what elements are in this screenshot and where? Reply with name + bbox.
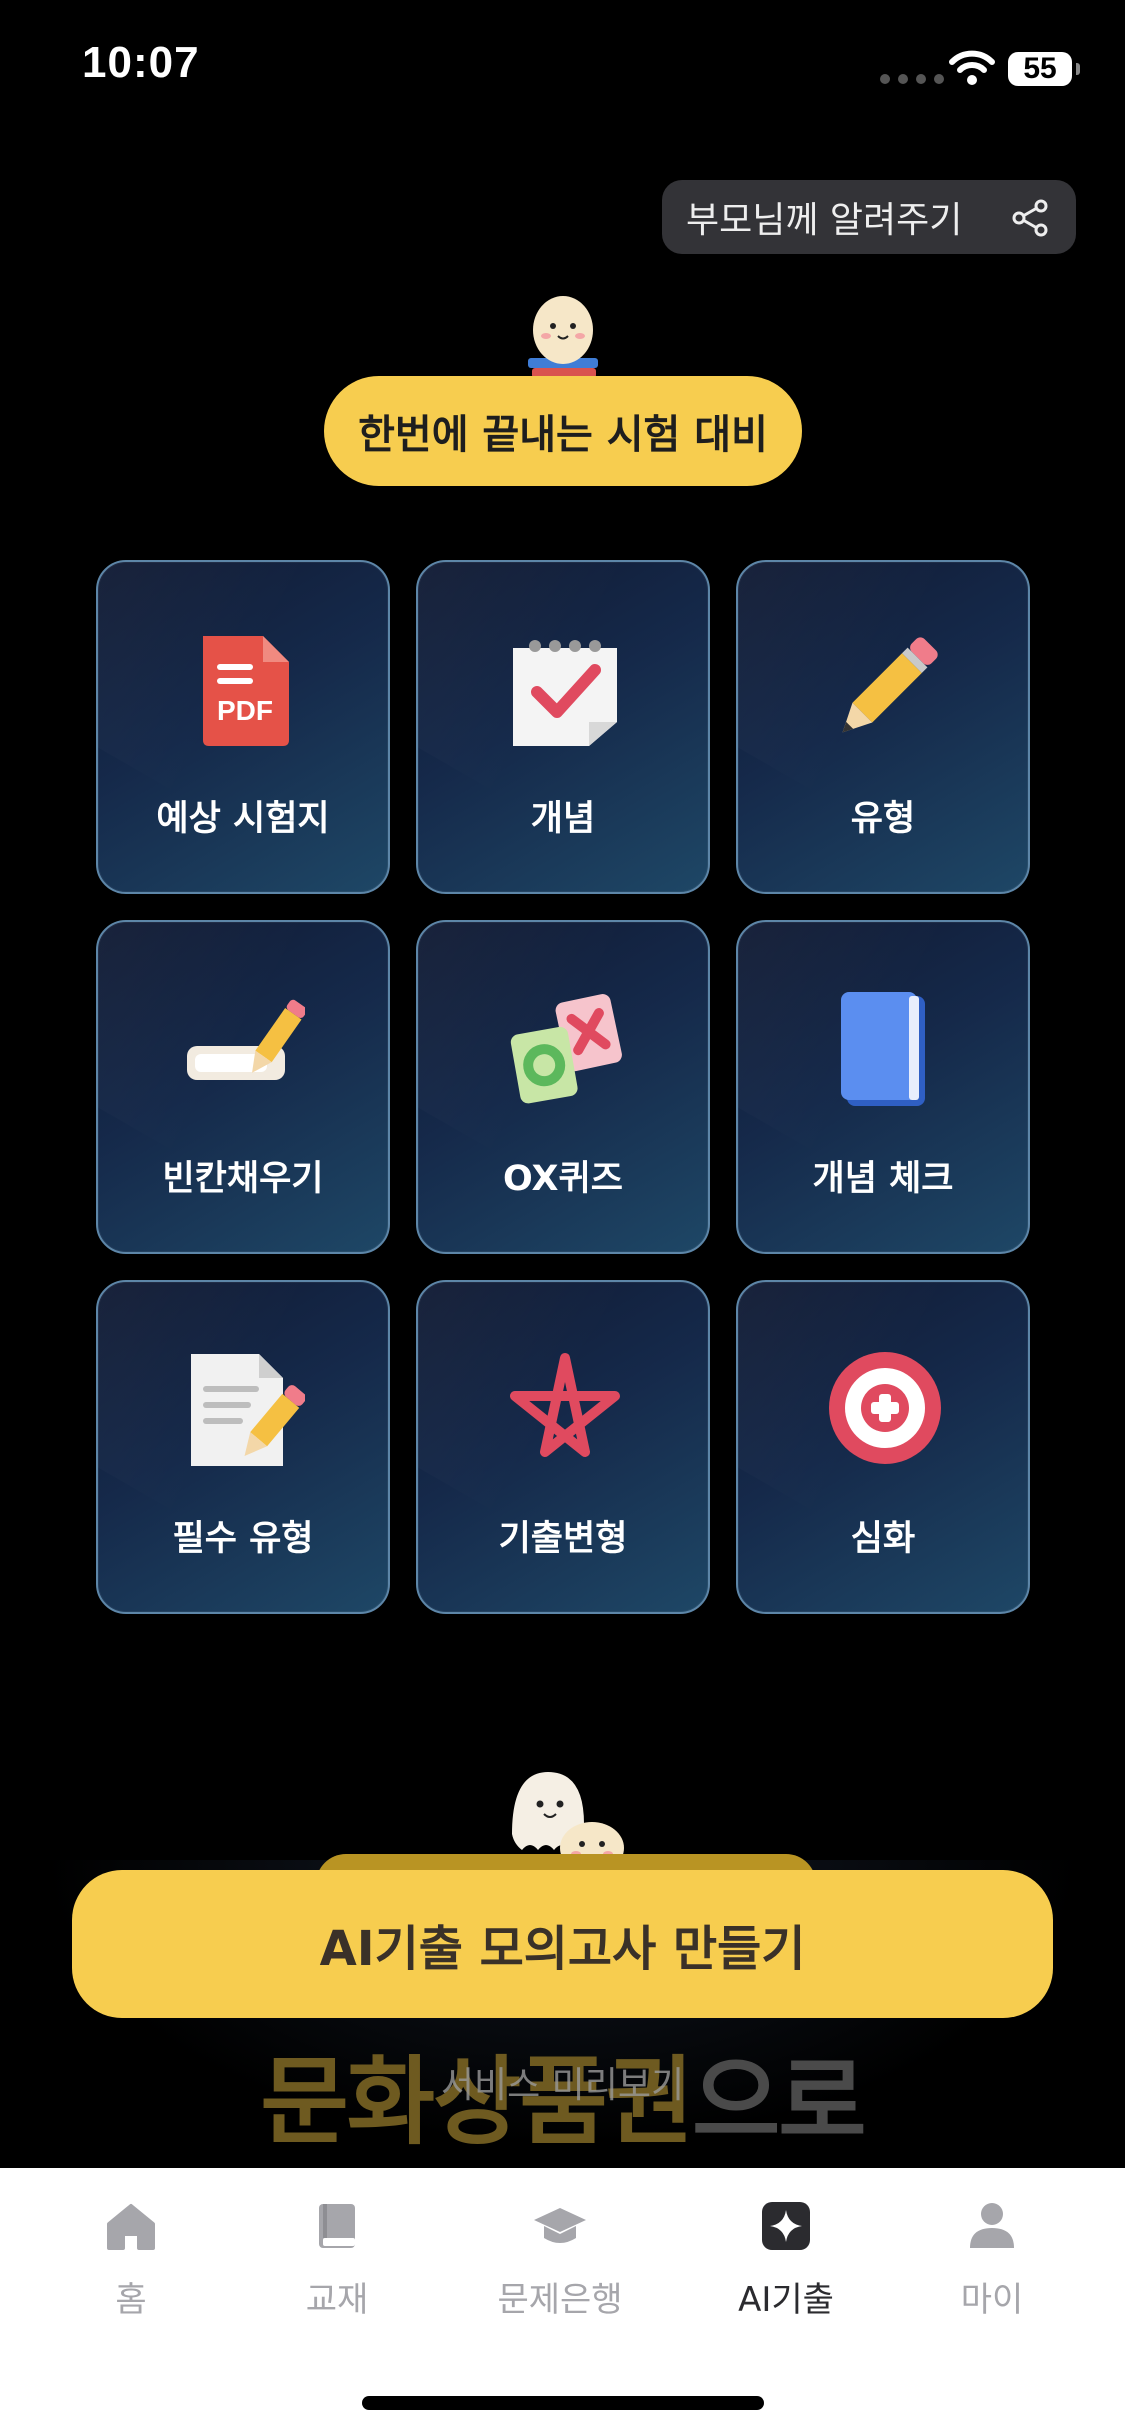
tab-my[interactable]: 마이: [892, 2198, 1092, 2321]
share-to-parents-button[interactable]: 부모님께 알려주기: [662, 180, 1076, 254]
wifi-icon: [949, 50, 995, 85]
menu-tile-label: 빈칸채우기: [162, 1159, 324, 1199]
tab-label: 홈: [115, 2280, 147, 2320]
tab-textbook[interactable]: 교재: [237, 2198, 437, 2321]
tab-ai-exam[interactable]: AI기출: [686, 2198, 886, 2321]
red-star-icon: [510, 1353, 620, 1457]
section-title-pill: 한번에 끝내는 시험 대비: [324, 376, 802, 486]
book-icon: [319, 2204, 355, 2248]
menu-tile-essential-type[interactable]: 필수 유형: [96, 1280, 390, 1614]
tab-home[interactable]: 홈: [31, 2198, 231, 2321]
menu-tile-type[interactable]: 유형: [736, 560, 1030, 894]
menu-tile-label: OX퀴즈: [503, 1159, 623, 1199]
share-button-label: 부모님께 알려주기: [686, 200, 963, 241]
menu-tile-fill-blank[interactable]: 빈칸채우기: [96, 920, 390, 1254]
calendar-check-icon: [513, 640, 617, 746]
pdf-document-icon: PDF: [203, 636, 289, 746]
menu-tile-expected-exam[interactable]: PDF 예상 시험지: [96, 560, 390, 894]
menu-tile-concept[interactable]: 개념: [416, 560, 710, 894]
pencil-icon: [842, 637, 938, 733]
menu-tile-label: 개념 체크: [812, 1159, 954, 1199]
tab-label: AI기출: [738, 2280, 834, 2320]
menu-tile-concept-check[interactable]: 개념 체크: [736, 920, 1030, 1254]
plus-target-icon: [829, 1352, 941, 1464]
tab-label: 문제은행: [497, 2280, 623, 2320]
create-ai-mock-exam-button[interactable]: AI기출 모의고사 만들기: [72, 1870, 1053, 2018]
share-icon: [1012, 199, 1048, 237]
fill-blank-pencil-icon: [187, 999, 305, 1080]
ai-sparkle-icon: [762, 2202, 810, 2250]
svg-text:PDF: PDF: [217, 695, 273, 726]
menu-tile-past-exam-variant[interactable]: 기출변형: [416, 1280, 710, 1614]
graduation-cap-icon: [534, 2208, 586, 2243]
menu-tile-advanced[interactable]: 심화: [736, 1280, 1030, 1614]
tab-label: 마이: [960, 2280, 1024, 2320]
service-preview-label[interactable]: 서비스 미리보기: [0, 2056, 1125, 2108]
cellular-signal-icon: [880, 74, 944, 84]
home-icon: [107, 2204, 155, 2250]
tab-label: 교재: [305, 2280, 369, 2320]
person-icon: [970, 2203, 1014, 2248]
menu-tile-label: 심화: [850, 1519, 916, 1559]
status-bar: 10:07 55: [0, 0, 1125, 140]
menu-tile-label: 유형: [850, 799, 916, 839]
tab-question-bank[interactable]: 문제은행: [460, 2198, 660, 2321]
blue-book-icon: [841, 992, 925, 1106]
home-indicator: [362, 2396, 764, 2410]
menu-tile-label: 기출변형: [498, 1519, 628, 1559]
menu-tile-label: 개념: [530, 799, 596, 839]
menu-tile-label: 필수 유형: [172, 1519, 314, 1559]
document-pencil-icon: [191, 1354, 305, 1466]
status-time: 10:07: [82, 38, 200, 87]
study-menu-grid: PDF 예상 시험지 개념 유형 빈칸채우기 OX퀴즈 개념 체크 필수 유형 …: [96, 560, 1030, 1614]
ox-cards-icon: [510, 994, 622, 1104]
battery-indicator: 55: [1008, 52, 1080, 86]
menu-tile-label: 예상 시험지: [156, 799, 330, 839]
menu-tile-ox-quiz[interactable]: OX퀴즈: [416, 920, 710, 1254]
